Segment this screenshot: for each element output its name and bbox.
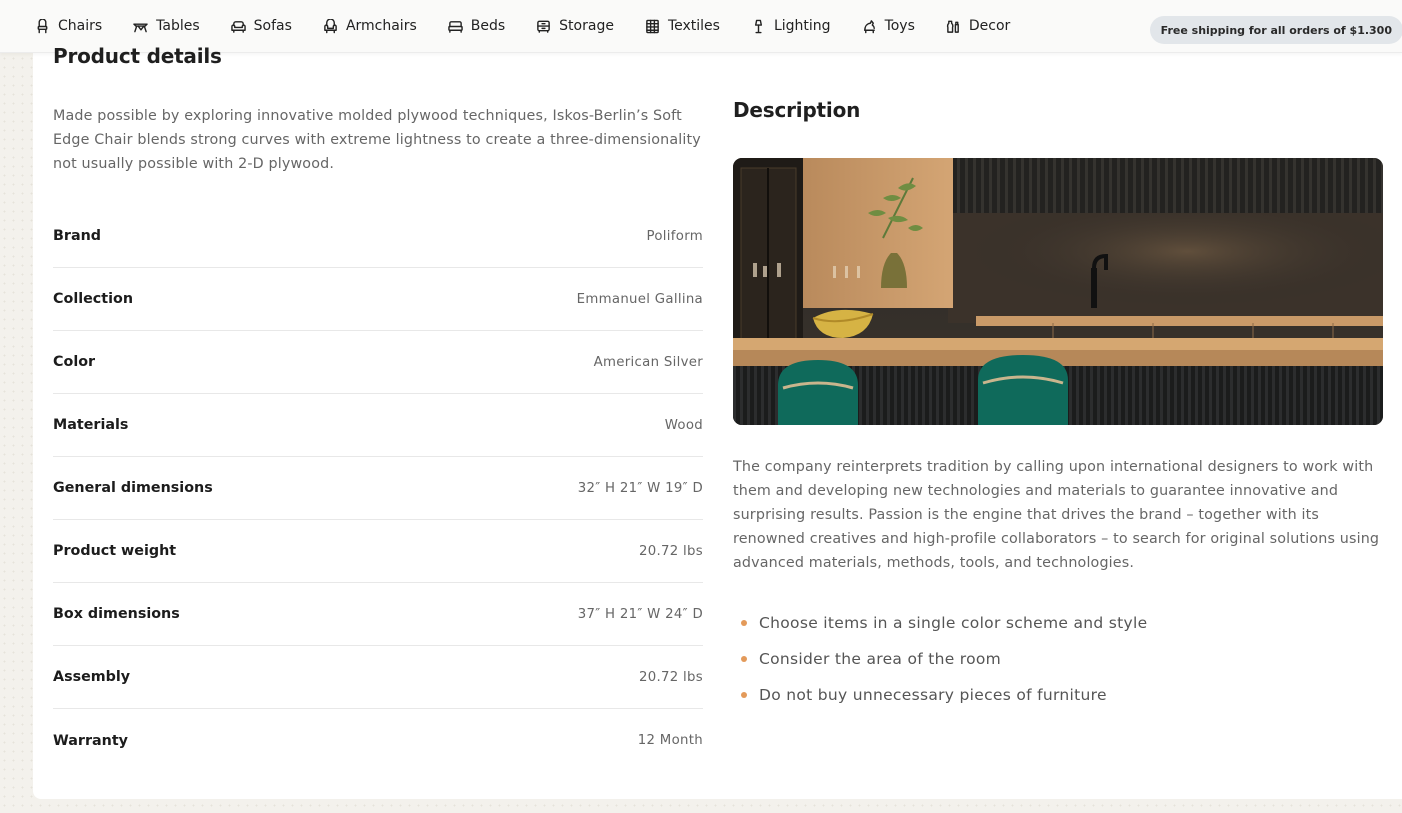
lamp-icon: [754, 19, 762, 33]
toy-icon: [863, 19, 875, 33]
nav-item-sofas[interactable]: Sofas: [230, 18, 292, 34]
nav-item-decor[interactable]: Decor: [946, 18, 1010, 34]
spec-value: Wood: [664, 417, 703, 433]
nav-label: Sofas: [253, 18, 292, 34]
nav-item-tables[interactable]: Tables: [133, 18, 200, 34]
bullet-dot-icon: [741, 656, 747, 662]
nav-label: Beds: [470, 18, 506, 34]
spec-label: Materials: [53, 417, 129, 433]
list-item: Do not buy unnecessary pieces of furnitu…: [741, 677, 1147, 713]
spec-row: Assembly 20.72 lbs: [53, 646, 703, 709]
chair-icon: [37, 18, 48, 33]
spec-value: American Silver: [593, 354, 703, 370]
tips-list: Choose items in a single color scheme an…: [741, 605, 1147, 713]
spec-label: Assembly: [53, 669, 131, 685]
spec-value: 32″ H 21″ W 19″ D: [577, 480, 703, 496]
nav-label: Toys: [884, 18, 915, 34]
armchair-icon: [324, 18, 337, 33]
spec-label: Box dimensions: [53, 606, 180, 622]
spec-row: Warranty 12 Month: [53, 709, 703, 772]
textile-icon: [646, 19, 659, 33]
product-intro-text: Made possible by exploring innovative mo…: [53, 108, 701, 172]
nav-label: Textiles: [667, 18, 720, 34]
description-text: The company reinterprets tradition by ca…: [733, 459, 1380, 571]
nav-label: Lighting: [773, 18, 831, 34]
tip-text: Do not buy unnecessary pieces of furnitu…: [759, 686, 1107, 704]
product-details-title: Product details: [53, 44, 222, 68]
vase-icon: [946, 20, 959, 33]
nav-label: Chairs: [58, 18, 103, 34]
nav-label: Storage: [559, 18, 614, 34]
spec-value: 12 Month: [637, 733, 703, 748]
spec-label: Brand: [53, 228, 102, 244]
list-item: Consider the area of the room: [741, 641, 1147, 677]
specifications-list: Brand Poliform Collection Emmanuel Gallina C…: [53, 205, 703, 772]
nav-label: Decor: [968, 18, 1011, 34]
spec-value: Emmanuel Gallina: [576, 291, 703, 307]
list-item: Choose items in a single color scheme an…: [741, 605, 1147, 641]
kitchen-photo: [733, 158, 1383, 425]
category-menu: Chairs Tables Sofas Armchairs Beds Stora…: [0, 18, 1041, 34]
nav-item-toys[interactable]: Toys: [862, 18, 915, 34]
spec-value: 37″ H 21″ W 24″ D: [577, 606, 703, 622]
bullet-dot-icon: [741, 620, 747, 626]
spec-row: Box dimensions 37″ H 21″ W 24″ D: [53, 583, 703, 646]
nav-item-beds[interactable]: Beds: [448, 18, 505, 34]
spec-label: Product weight: [53, 543, 177, 559]
tip-text: Consider the area of the room: [759, 650, 1002, 668]
spec-label: Warranty: [53, 732, 128, 749]
table-icon: [133, 22, 148, 32]
spec-label: Color: [53, 354, 96, 370]
spec-label: Collection: [53, 291, 134, 307]
nav-item-storage[interactable]: Storage: [536, 18, 614, 34]
storage-icon: [537, 20, 550, 33]
tip-text: Choose items in a single color scheme an…: [759, 614, 1148, 632]
nav-item-armchairs[interactable]: Armchairs: [323, 18, 417, 34]
description-title: Description: [733, 98, 861, 122]
bed-icon: [448, 20, 463, 33]
nav-label: Armchairs: [345, 18, 417, 34]
spec-row: General dimensions 32″ H 21″ W 19″ D: [53, 457, 703, 520]
free-shipping-badge: Free shipping for all orders of $1.300: [1149, 16, 1402, 44]
spec-label: General dimensions: [53, 480, 213, 496]
spec-value: Poliform: [646, 228, 703, 244]
bullet-dot-icon: [741, 692, 747, 698]
nav-item-lighting[interactable]: Lighting: [751, 18, 831, 34]
spec-value: 20.72 lbs: [638, 669, 703, 685]
spec-row: Collection Emmanuel Gallina: [53, 268, 703, 331]
sofa-icon: [230, 20, 246, 33]
nav-item-textiles[interactable]: Textiles: [645, 18, 720, 34]
spec-row: Brand Poliform: [53, 205, 703, 268]
spec-row: Materials Wood: [53, 394, 703, 457]
nav-label: Tables: [156, 18, 200, 34]
spec-row: Product weight 20.72 lbs: [53, 520, 703, 583]
spec-value: 20.72 lbs: [638, 543, 703, 559]
nav-item-chairs[interactable]: Chairs: [35, 18, 102, 34]
spec-row: Color American Silver: [53, 331, 703, 394]
